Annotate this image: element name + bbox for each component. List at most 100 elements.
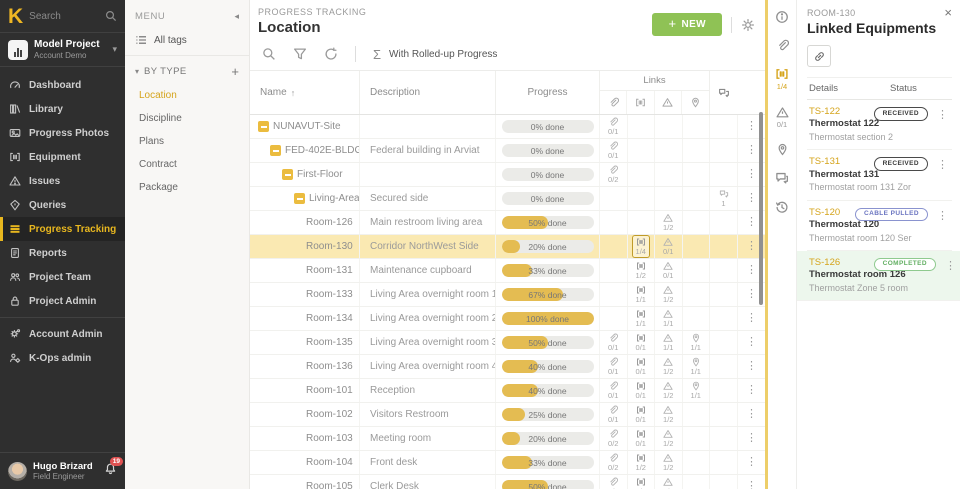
pin-link-cell[interactable]: 1/1 xyxy=(683,379,711,402)
sidebar-item-equipment[interactable]: Equipment xyxy=(0,145,125,169)
tags-cell[interactable] xyxy=(710,355,738,378)
attachments-link-cell[interactable]: 0/2 xyxy=(600,163,628,186)
sidebar-item-dashboard[interactable]: Dashboard xyxy=(0,73,125,97)
all-tags-item[interactable]: All tags xyxy=(125,24,249,56)
status-column-header[interactable]: Status xyxy=(890,83,952,94)
kebab-menu-icon[interactable]: ⋮ xyxy=(937,209,948,222)
kebab-menu-icon[interactable]: ⋮ xyxy=(746,337,757,348)
pins-tab[interactable] xyxy=(776,143,789,156)
tags-cell[interactable] xyxy=(710,235,738,258)
rollup-progress-toggle[interactable]: Σ With Rolled-up Progress xyxy=(373,47,497,62)
attachments-link-cell[interactable]: 0/1 xyxy=(600,379,628,402)
table-row[interactable]: Room-134 Living Area overnight room 2 10… xyxy=(250,307,765,331)
pin-link-cell[interactable] xyxy=(683,187,711,210)
equipment-link-cell[interactable]: 0/1 xyxy=(628,355,656,378)
table-row[interactable]: Room-126 Main restroom living area 50% d… xyxy=(250,211,765,235)
equipment-row[interactable]: TS-126 Thermostat room 126 Thermostat Zo… xyxy=(797,251,960,301)
issues-link-cell[interactable]: 1/2 xyxy=(655,451,683,474)
menu-item-contract[interactable]: Contract xyxy=(125,153,249,176)
user-profile[interactable]: Hugo Brizard Field Engineer 19 xyxy=(0,452,125,489)
tags-cell[interactable] xyxy=(710,331,738,354)
table-row[interactable]: Room-102 Visitors Restroom 25% done xyxy=(250,403,765,427)
issues-link-cell[interactable]: 1/2 xyxy=(655,475,683,489)
kebab-menu-icon[interactable]: ⋮ xyxy=(746,217,757,228)
issues-link-cell[interactable]: 1/2 xyxy=(655,283,683,306)
equipment-link-cell[interactable]: 0/1 xyxy=(628,379,656,402)
tags-cell[interactable] xyxy=(710,283,738,306)
issues-link-cell[interactable]: 1/2 xyxy=(655,379,683,402)
pin-link-cell[interactable] xyxy=(683,307,711,330)
search-icon[interactable] xyxy=(105,10,117,22)
issues-link-cell[interactable] xyxy=(655,139,683,162)
issues-link-cell[interactable]: 1/2 xyxy=(655,403,683,426)
issues-link-cell[interactable]: 1/2 xyxy=(655,427,683,450)
kebab-menu-icon[interactable]: ⋮ xyxy=(746,457,757,468)
sidebar-item-issues[interactable]: Issues xyxy=(0,169,125,193)
by-type-group[interactable]: ▾ BY TYPE + xyxy=(125,56,249,84)
pin-link-cell[interactable] xyxy=(683,163,711,186)
kebab-menu-icon[interactable]: ⋮ xyxy=(937,108,948,121)
search-icon[interactable] xyxy=(262,47,276,61)
info-tab[interactable] xyxy=(775,10,789,24)
attachments-link-cell[interactable]: 0/1 xyxy=(600,355,628,378)
menu-item-package[interactable]: Package xyxy=(125,176,249,199)
pin-link-cell[interactable] xyxy=(683,235,711,258)
pin-link-cell[interactable] xyxy=(683,115,711,138)
table-row[interactable]: Room-136 Living Area overnight room 4 40… xyxy=(250,355,765,379)
equipment-row[interactable]: TS-122 Thermostat 122 Thermostat section… xyxy=(807,100,952,150)
kebab-menu-icon[interactable]: ⋮ xyxy=(746,193,757,204)
attachments-link-cell[interactable]: 0/1 xyxy=(600,331,628,354)
link-equipment-button[interactable] xyxy=(807,45,831,67)
tags-cell[interactable] xyxy=(710,211,738,234)
attachments-link-cell[interactable]: 0/2 xyxy=(600,427,628,450)
table-row[interactable]: Room-101 Reception 40% done xyxy=(250,379,765,403)
tags-cell[interactable] xyxy=(710,139,738,162)
pin-link-cell[interactable] xyxy=(683,211,711,234)
sidebar-item-reports[interactable]: Reports xyxy=(0,241,125,265)
kebab-menu-icon[interactable]: ⋮ xyxy=(746,433,757,444)
attachments-link-cell[interactable]: 0/2 xyxy=(600,451,628,474)
collapse-toggle-icon[interactable] xyxy=(258,121,269,132)
equipment-row[interactable]: TS-131 Thermostat 131 Thermostat room 13… xyxy=(807,150,952,200)
column-header-description[interactable]: Description xyxy=(360,71,496,114)
pin-link-cell[interactable] xyxy=(683,475,711,489)
kebab-menu-icon[interactable]: ⋮ xyxy=(746,481,757,489)
equipment-link-cell[interactable] xyxy=(628,187,656,210)
tags-cell[interactable]: 1 xyxy=(710,187,738,210)
kebab-menu-icon[interactable]: ⋮ xyxy=(746,169,757,180)
equipment-link-cell[interactable]: 0/1 xyxy=(628,331,656,354)
table-row[interactable]: Room-104 Front desk 33% done xyxy=(250,451,765,475)
issues-link-cell[interactable] xyxy=(655,163,683,186)
equipment-link-cell[interactable] xyxy=(628,163,656,186)
sidebar-item-account-admin[interactable]: Account Admin xyxy=(0,322,125,346)
pin-link-cell[interactable] xyxy=(683,427,711,450)
collapse-panel-icon[interactable]: ◂ xyxy=(234,11,239,22)
table-row[interactable]: Room-133 Living Area overnight room 1 67… xyxy=(250,283,765,307)
sidebar-item-library[interactable]: Library xyxy=(0,97,125,121)
attachments-link-cell[interactable] xyxy=(600,283,628,306)
notifications-bell[interactable]: 19 xyxy=(104,462,117,480)
issues-link-cell[interactable]: 1/1 xyxy=(655,307,683,330)
collapse-toggle-icon[interactable] xyxy=(282,169,293,180)
issues-link-cell[interactable]: 1/2 xyxy=(655,355,683,378)
sidebar-item-kops-admin[interactable]: K-Ops admin xyxy=(0,346,125,370)
pin-link-cell[interactable]: 1/1 xyxy=(683,355,711,378)
menu-item-discipline[interactable]: Discipline xyxy=(125,107,249,130)
issues-link-cell[interactable] xyxy=(655,115,683,138)
sidebar-item-project-team[interactable]: Project Team xyxy=(0,265,125,289)
table-row[interactable]: Room-131 Maintenance cupboard 33% done xyxy=(250,259,765,283)
equipment-link-cell[interactable] xyxy=(628,115,656,138)
attachments-link-cell[interactable] xyxy=(600,307,628,330)
sidebar-item-progress-photos[interactable]: Progress Photos xyxy=(0,121,125,145)
attachments-link-cell[interactable] xyxy=(600,259,628,282)
sidebar-item-project-admin[interactable]: Project Admin xyxy=(0,289,125,313)
table-row[interactable]: First-Floor 0% done 0/2 xyxy=(250,163,765,187)
equipment-link-cell[interactable] xyxy=(628,211,656,234)
menu-item-location[interactable]: Location xyxy=(125,84,249,107)
table-row[interactable]: Living-Area Secured side 0% done xyxy=(250,187,765,211)
sidebar-item-queries[interactable]: Queries xyxy=(0,193,125,217)
column-header-name[interactable]: Name↑ xyxy=(250,71,360,114)
vertical-scrollbar[interactable] xyxy=(759,112,763,305)
table-row[interactable]: Room-103 Meeting room 20% done xyxy=(250,427,765,451)
sidebar-item-progress-tracking[interactable]: Progress Tracking xyxy=(0,217,125,241)
